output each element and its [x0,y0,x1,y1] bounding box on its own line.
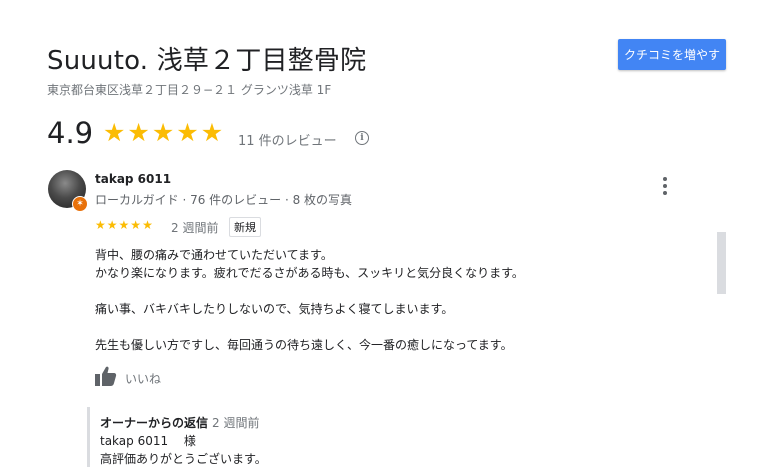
review-rating-stars: ★ ★ ★ ★ ★ [95,218,153,232]
star-icon: ★ [103,118,126,147]
review-line: 痛い事、バキバキしたりしないので、気持ちよく寝てしまいます。 [95,302,454,316]
review-author-meta[interactable]: ローカルガイド · 76 件のレビュー · 8 枚の写真 [95,191,352,208]
star-icon: ★ [200,118,224,147]
star-icon: ★ [118,218,130,232]
like-label[interactable]: いいね [125,370,161,387]
star-icon: ★ [151,118,175,147]
place-address: 東京都台東区浅草２丁目２９−２１ グランツ浅草 1F [47,83,332,97]
star-icon: ★ [95,218,106,232]
get-more-reviews-button[interactable]: クチコミを増やす [618,39,726,70]
review-date: 2 週間前 [171,221,219,235]
owner-response-title: オーナーからの返信 [100,416,209,430]
owner-response-line: takap 6011 様 [100,434,196,448]
review-line: 背中、腰の痛みで通わせていただいてます。 [95,248,333,262]
owner-response-divider [87,407,90,467]
review-author-name[interactable]: takap 6011 [95,172,171,186]
review-line: かなり楽になります。疲れでだるさがある時も、スッキリと気分良くなります。 [95,266,524,280]
review-body: 背中、腰の痛みで通わせていただいてます。 かなり楽になります。疲れでだるさがある… [95,246,524,354]
review-count: 11 件のレビュー [238,134,337,149]
scrollbar[interactable] [717,232,726,294]
info-icon[interactable]: i [355,131,369,145]
star-icon: ★ [142,218,153,232]
review-line: 先生も優しい方ですし、毎回通うの待ち遠しく、今一番の癒しになってます。 [95,338,513,352]
owner-response-header: オーナーからの返信 2 週間前 [100,414,259,431]
place-title: Suuuto. 浅草２丁目整骨院 [47,46,367,76]
owner-response-date: 2 週間前 [212,416,260,430]
average-rating: 4.9 [47,116,94,150]
thumbs-up-icon[interactable] [95,366,117,390]
star-icon: ★ [130,218,142,232]
owner-response-line: 高評価ありがとうございます。 [100,452,267,466]
star-icon: ★ [127,118,150,147]
new-badge: 新規 [229,217,261,237]
star-icon: ★ [106,218,118,232]
more-vert-icon[interactable] [659,177,671,195]
local-guide-badge-icon: ✶ [72,196,88,212]
star-icon: ★ [176,118,199,147]
average-rating-stars: ★ ★ ★ ★ ★ [103,118,223,148]
